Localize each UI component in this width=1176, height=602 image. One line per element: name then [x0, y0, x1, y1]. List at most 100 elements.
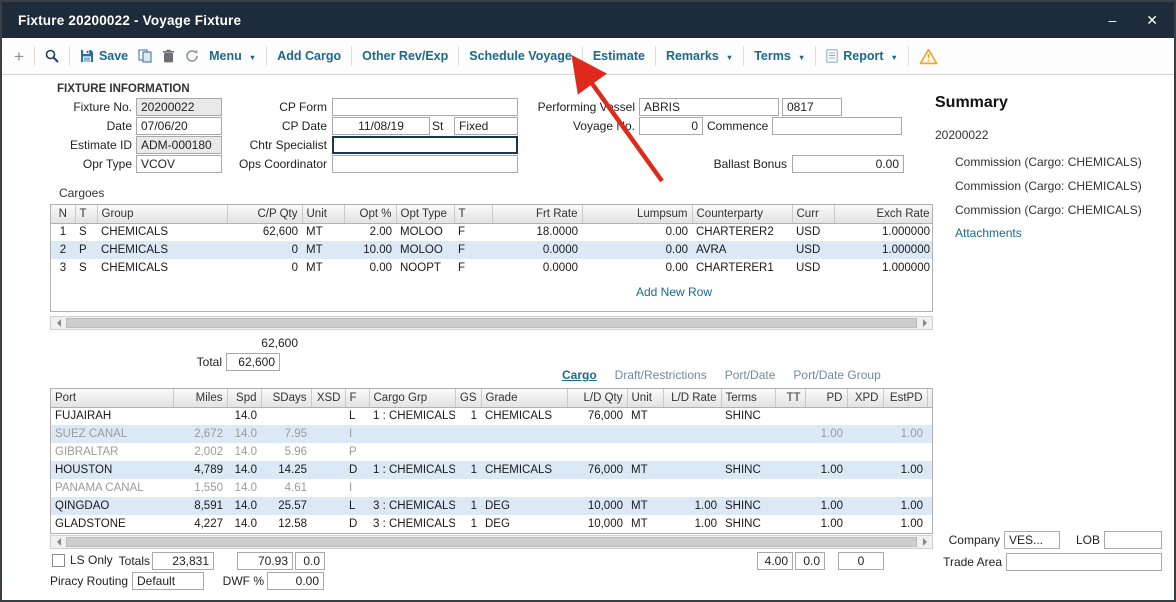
itinerary-cell[interactable]: 1 — [455, 515, 481, 533]
cargo-total-field[interactable]: 62,600 — [226, 353, 280, 371]
itinerary-cell[interactable] — [311, 497, 345, 515]
itinerary-cell[interactable] — [927, 425, 933, 443]
itinerary-cell[interactable]: MT — [627, 515, 663, 533]
itinerary-cell[interactable] — [567, 479, 627, 497]
itinerary-cell[interactable] — [311, 425, 345, 443]
itinerary-cell[interactable]: 1 — [455, 497, 481, 515]
itinerary-cell[interactable]: SHINC — [721, 515, 775, 533]
cargo-cell[interactable]: 0 — [227, 241, 302, 259]
itinerary-cell[interactable] — [721, 425, 775, 443]
summary-item[interactable]: Commission (Cargo: CHEMICALS) — [955, 155, 1142, 169]
itinerary-cell[interactable]: 1.00 — [883, 515, 927, 533]
itinerary-cell[interactable]: MT — [627, 407, 663, 425]
cargo-row[interactable]: 3SCHEMICALS0MT0.00NOOPTF0.00000.00CHARTE… — [51, 259, 933, 277]
cargo-cell[interactable]: F — [454, 259, 492, 277]
itinerary-cell[interactable]: 4.61 — [261, 479, 311, 497]
itinerary-cell[interactable]: P — [345, 443, 369, 461]
itinerary-cell[interactable]: 14.0 — [227, 425, 261, 443]
itinerary-cell[interactable] — [663, 479, 721, 497]
status-field[interactable]: Fixed — [454, 117, 518, 135]
scrollbar-thumb[interactable] — [66, 537, 917, 547]
itinerary-cell[interactable] — [663, 407, 721, 425]
cargo-cell[interactable]: MOLOO — [396, 241, 454, 259]
itinerary-cell[interactable] — [883, 443, 927, 461]
close-button[interactable]: ✕ — [1146, 2, 1158, 38]
voyage-no-field[interactable]: 0 — [639, 117, 703, 135]
cargo-cell[interactable]: S — [75, 223, 97, 241]
refresh-button[interactable] — [185, 49, 199, 63]
alerts-button[interactable] — [919, 48, 938, 65]
cargo-cell[interactable]: F — [454, 241, 492, 259]
cargo-cell[interactable]: 62,600 — [227, 223, 302, 241]
report-button[interactable]: Report ▼ — [826, 49, 898, 63]
ops-coordinator-field[interactable] — [332, 155, 518, 173]
itinerary-cell[interactable]: 14.0 — [227, 479, 261, 497]
itinerary-cell[interactable] — [847, 479, 883, 497]
itinerary-cell[interactable] — [481, 479, 567, 497]
trade-area-field[interactable] — [1006, 553, 1162, 571]
cp-date-field[interactable]: 11/08/19 — [332, 117, 430, 135]
itinerary-cell[interactable]: GIBRALTAR — [51, 443, 173, 461]
itinerary-cell[interactable] — [721, 443, 775, 461]
itinerary-row[interactable]: GLADSTONE4,22714.012.58D3 : CHEMICALS1DE… — [51, 515, 933, 533]
cargo-row[interactable]: 1SCHEMICALS62,600MT2.00MOLOOF18.00000.00… — [51, 223, 933, 241]
itinerary-cell[interactable] — [663, 425, 721, 443]
ballast-bonus-field[interactable]: 0.00 — [792, 155, 904, 173]
dwf-field[interactable]: 0.00 — [267, 572, 324, 590]
itinerary-cell[interactable] — [173, 407, 227, 425]
estimate-id-field[interactable]: ADM-000180 — [136, 136, 222, 154]
cargo-cell[interactable]: CHEMICALS — [97, 241, 227, 259]
itinerary-cell[interactable]: 12.58 — [261, 515, 311, 533]
itinerary-cell[interactable] — [455, 443, 481, 461]
itinerary-cell[interactable] — [805, 407, 847, 425]
itinerary-cell[interactable]: 1.00 — [883, 425, 927, 443]
menu-button[interactable]: Menu ▼ — [209, 49, 256, 63]
cargo-cell[interactable]: F — [454, 223, 492, 241]
itinerary-cell[interactable]: HOUSTON — [51, 461, 173, 479]
cp-form-field[interactable] — [332, 98, 518, 116]
cargo-cell[interactable]: 0.0000 — [492, 241, 582, 259]
cargo-cell[interactable]: NOOPT — [396, 259, 454, 277]
itinerary-cell[interactable] — [927, 461, 933, 479]
itinerary-cell[interactable] — [927, 497, 933, 515]
cargo-grid-hscrollbar[interactable] — [50, 316, 933, 330]
itinerary-cell[interactable] — [847, 515, 883, 533]
itinerary-cell[interactable] — [775, 497, 805, 515]
itinerary-cell[interactable]: I — [345, 479, 369, 497]
add-button[interactable]: + — [14, 48, 24, 65]
itinerary-row[interactable]: HOUSTON4,78914.014.25D1 : CHEMICALS1CHEM… — [51, 461, 933, 479]
cargo-cell[interactable]: 10.00 — [344, 241, 396, 259]
cargo-cell[interactable]: AVRA — [692, 241, 792, 259]
itinerary-cell[interactable] — [311, 443, 345, 461]
itinerary-cell[interactable] — [567, 425, 627, 443]
itinerary-cell[interactable] — [927, 407, 933, 425]
itinerary-cell[interactable] — [369, 425, 455, 443]
attachments-link[interactable]: Attachments — [955, 226, 1022, 240]
cargo-cell[interactable]: 18.0000 — [492, 223, 582, 241]
itinerary-cell[interactable] — [847, 461, 883, 479]
cargo-cell[interactable]: 2.00 — [344, 223, 396, 241]
cargo-cell[interactable]: 1 — [51, 223, 75, 241]
itinerary-cell[interactable]: SHINC — [721, 497, 775, 515]
tab-cargo[interactable]: Cargo — [562, 368, 597, 382]
cargo-cell[interactable]: MT — [302, 241, 344, 259]
scroll-left-icon[interactable] — [51, 317, 65, 329]
itinerary-cell[interactable]: 1.00 — [805, 497, 847, 515]
cargo-cell[interactable]: 0.00 — [582, 259, 692, 277]
itinerary-cell[interactable] — [883, 407, 927, 425]
itinerary-cell[interactable] — [369, 443, 455, 461]
itinerary-cell[interactable]: DEG — [481, 515, 567, 533]
itinerary-cell[interactable]: 14.0 — [227, 443, 261, 461]
fixture-no-field[interactable]: 20200022 — [136, 98, 222, 116]
itinerary-cell[interactable] — [627, 425, 663, 443]
schedule-voyage-button[interactable]: Schedule Voyage — [469, 49, 572, 63]
itinerary-cell[interactable] — [627, 443, 663, 461]
itinerary-cell[interactable] — [481, 425, 567, 443]
piracy-routing-select[interactable]: Default — [132, 572, 204, 590]
cargo-cell[interactable]: 2 — [51, 241, 75, 259]
tab-port-date[interactable]: Port/Date — [725, 368, 776, 382]
itinerary-cell[interactable]: 10,000 — [567, 497, 627, 515]
scrollbar-thumb[interactable] — [66, 318, 917, 328]
itinerary-cell[interactable]: 14.0 — [227, 407, 261, 425]
itinerary-cell[interactable] — [775, 515, 805, 533]
